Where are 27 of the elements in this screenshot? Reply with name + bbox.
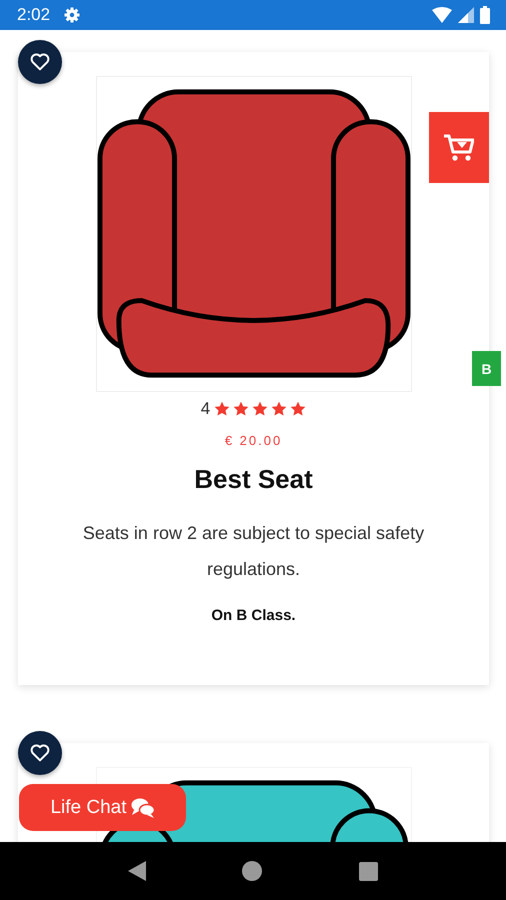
star-icon [271, 401, 288, 417]
signal-icon [458, 7, 474, 23]
product-description: Seats in row 2 are subject to special safety regulations. [82, 522, 426, 581]
recents-icon[interactable] [358, 862, 378, 880]
star-icon [290, 401, 306, 417]
status-time: 2:02 [17, 5, 50, 25]
back-icon[interactable] [128, 861, 146, 881]
live-chat-button[interactable]: Life Chat [19, 784, 186, 831]
gear-icon [64, 7, 80, 23]
star-icon [252, 401, 268, 417]
heart-icon [30, 53, 50, 71]
cart-icon [444, 134, 474, 162]
class-note: On B Class. [211, 607, 296, 624]
class-badge: B [472, 351, 501, 386]
wifi-icon [432, 7, 452, 23]
home-icon[interactable] [242, 861, 262, 881]
star-icon [214, 401, 230, 417]
heart-icon [30, 744, 50, 762]
rating-value: 4 [200, 399, 210, 419]
favorite-button[interactable] [18, 40, 62, 84]
favorite-button[interactable] [18, 731, 62, 775]
battery-icon [480, 6, 490, 24]
add-to-cart-button[interactable] [429, 112, 489, 183]
price: € 20.00 [224, 433, 282, 448]
chat-bubbles-icon [130, 798, 155, 818]
product-title: Best Seat [194, 464, 313, 495]
star-icon [233, 401, 250, 417]
